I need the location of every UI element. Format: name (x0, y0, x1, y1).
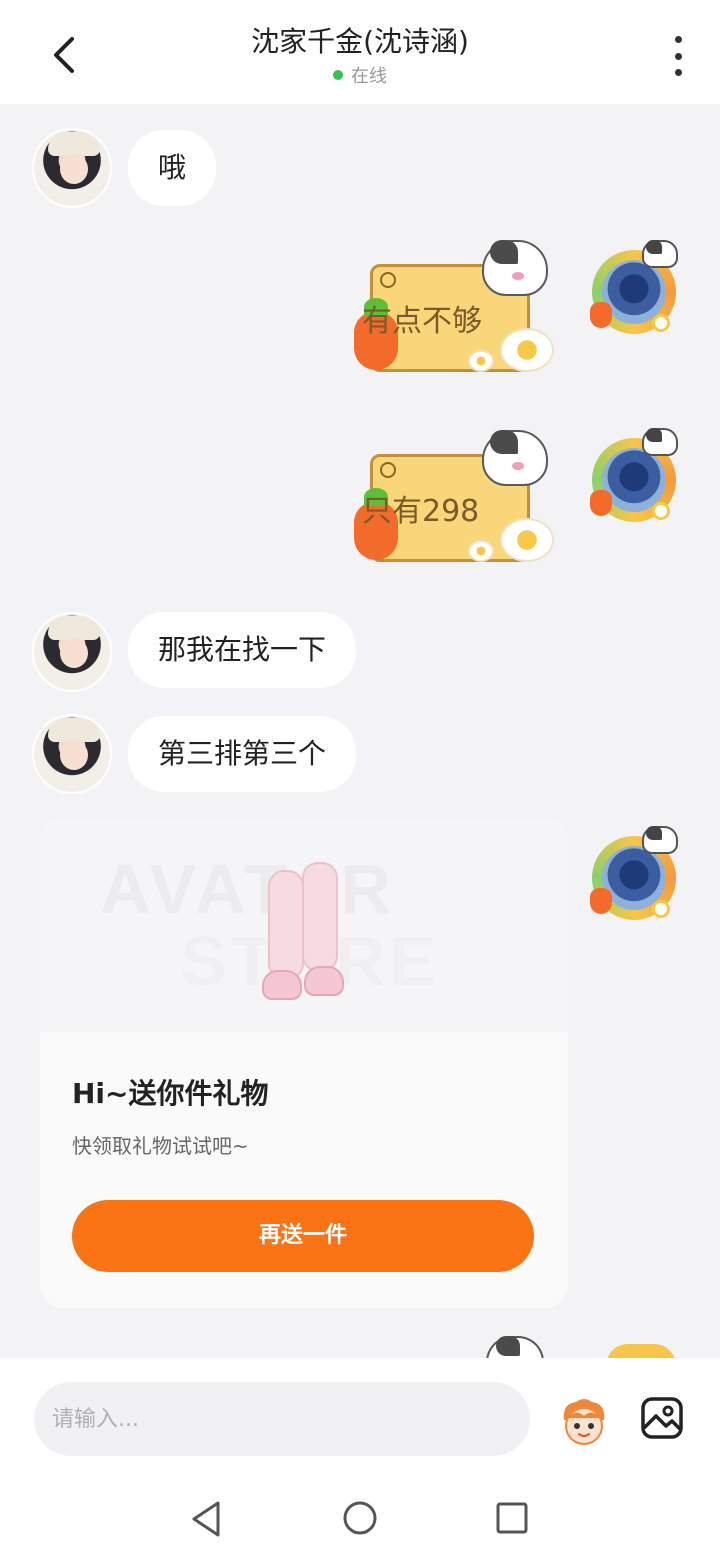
my-avatar[interactable] (590, 826, 682, 920)
contact-avatar[interactable] (32, 612, 112, 692)
mascot-emoji-icon (563, 1399, 605, 1445)
cat-frame-icon (642, 240, 678, 268)
cat-frame-icon (642, 826, 678, 854)
cat-sticker-icon (486, 1336, 544, 1358)
message-bubble-incoming[interactable]: 第三排第三个 (128, 716, 357, 792)
back-button[interactable] (40, 30, 88, 80)
system-recents-button[interactable] (496, 1502, 528, 1534)
more-vertical-icon (674, 36, 682, 43)
circle-home-icon (343, 1501, 377, 1535)
message-bubble-incoming[interactable]: 那我在找一下 (128, 612, 357, 688)
contact-avatar[interactable] (32, 714, 112, 794)
egg-sticker-icon (500, 328, 554, 372)
message-list[interactable]: 哦 有点不够 只有298 那我在找一下 第三排第三个 AVATAR Hi~送你件… (0, 104, 720, 1358)
image-icon (641, 1397, 683, 1439)
triangle-back-icon (192, 1501, 220, 1537)
clip-icon (380, 462, 396, 478)
back-arrow-icon (54, 37, 74, 73)
send-another-gift-button[interactable]: 再送一件 (72, 1200, 534, 1272)
online-status: 在线 (160, 62, 560, 88)
message-bubble-incoming[interactable]: 哦 (128, 130, 217, 206)
cat-sticker-icon (482, 430, 548, 486)
my-avatar[interactable] (606, 1344, 676, 1358)
sticker-message-outgoing[interactable]: 只有298 (350, 430, 560, 580)
gift-title: Hi~送你件礼物 (72, 1077, 269, 1110)
leg-warmers-icon (262, 862, 352, 1008)
image-button[interactable] (640, 1396, 684, 1440)
online-status-text: 在线 (351, 66, 387, 87)
square-recent-icon (496, 1502, 528, 1534)
message-input[interactable] (34, 1382, 530, 1456)
clip-icon (380, 272, 396, 288)
gift-image: AVATAR STORE (40, 818, 568, 1032)
gift-card[interactable]: AVATAR STORE Hi~送你件礼物 快领取礼物试试吧~ 再送一件 (40, 818, 568, 1308)
system-back-button[interactable] (188, 1500, 224, 1538)
cat-frame-icon (642, 428, 678, 456)
my-avatar[interactable] (590, 428, 682, 522)
emoji-button[interactable] (556, 1394, 612, 1450)
system-home-button[interactable] (342, 1500, 378, 1536)
chat-header: 沈家千金(沈诗涵) 在线 (0, 0, 720, 104)
system-navigation-bar (0, 1478, 720, 1560)
cat-sticker-icon (482, 240, 548, 296)
sticker-text: 只有298 (362, 494, 480, 529)
contact-avatar[interactable] (32, 128, 112, 208)
contact-name: 沈家千金(沈诗涵) (251, 25, 469, 58)
more-button[interactable] (666, 36, 690, 76)
sticker-text: 有点不够 (362, 304, 482, 339)
input-bar (0, 1358, 720, 1478)
sticker-message-outgoing[interactable]: 有点不够 (350, 240, 560, 390)
title-area: 沈家千金(沈诗涵) 在线 (160, 22, 560, 88)
egg-sticker-icon (500, 518, 554, 562)
chat-screen: 沈家千金(沈诗涵) 在线 哦 有点不够 只有298 那我在找一下 第三排第三个 … (0, 0, 720, 1560)
gift-subtitle: 快领取礼物试试吧~ (72, 1134, 249, 1158)
online-dot-icon (333, 70, 343, 80)
my-avatar[interactable] (590, 240, 682, 334)
